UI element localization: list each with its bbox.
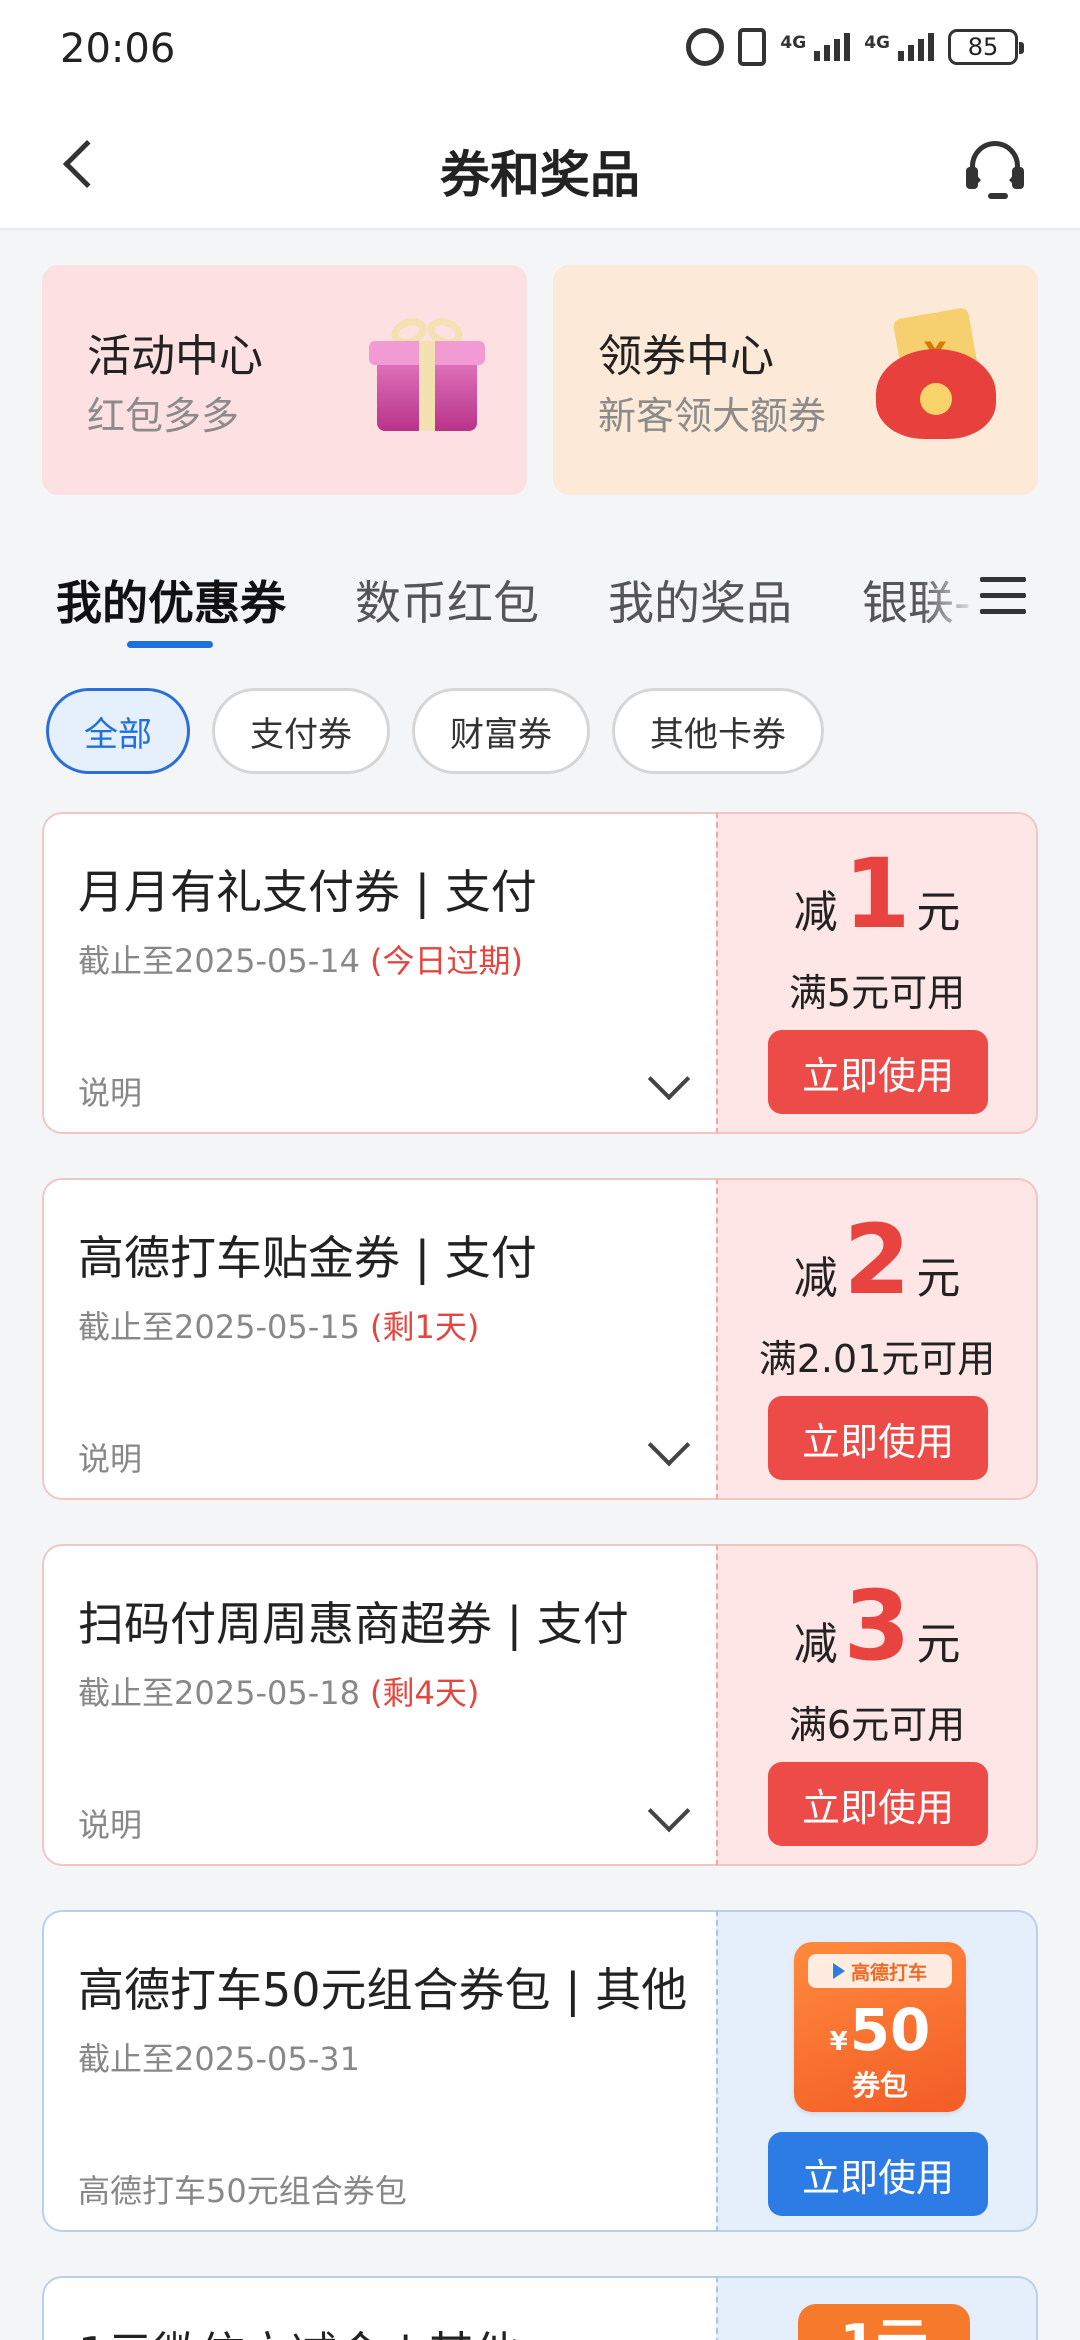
coupon-expiry: 截止至2025-05-15 (剩1天): [78, 1308, 480, 1346]
chip-all[interactable]: 全部: [46, 688, 190, 774]
coupon-note[interactable]: 说明: [78, 1068, 142, 1114]
activity-center-banner[interactable]: 活动中心 红包多多: [42, 265, 527, 495]
use-now-button[interactable]: 立即使用: [768, 2132, 988, 2216]
expiry-tag: (剩4天): [369, 1674, 480, 1712]
use-now-button[interactable]: 立即使用: [768, 1762, 988, 1846]
coupon-pack-image: 高德打车 ¥50 券包: [794, 1942, 966, 2112]
vibrate-icon: [738, 28, 767, 66]
tab-digital-red-packets[interactable]: 数币红包: [355, 567, 539, 633]
banner-subtitle: 红包多多: [87, 394, 240, 438]
coupon-card[interactable]: 高德打车50元组合券包 | 其他 截止至2025-05-31 高德打车50元组合…: [42, 1910, 1038, 2232]
status-time: 20:06: [60, 26, 176, 72]
coupon-center-banner[interactable]: 领券中心 新客领大额券 ¥: [553, 265, 1038, 495]
coupon-note[interactable]: 说明: [78, 1800, 142, 1846]
use-now-button[interactable]: 立即使用: [768, 1396, 988, 1480]
coupon-card[interactable]: 扫码付周周惠商超券 | 支付 截止至2025-05-18 (剩4天) 说明 减3元…: [42, 1544, 1038, 1866]
tab-my-coupons[interactable]: 我的优惠券: [56, 567, 286, 633]
banner-subtitle: 新客领大额券: [598, 394, 827, 438]
coupon-condition: 满5元可用: [788, 971, 966, 1015]
status-bar: 20:06 4G 4G 85: [0, 0, 1080, 105]
coupon-title: 扫码付周周惠商超券 | 支付: [78, 1597, 629, 1651]
expiry-tag: (剩1天): [369, 1308, 480, 1346]
coupon-condition: 满6元可用: [788, 1703, 966, 1747]
coupon-expiry: 截止至2025-05-18 (剩4天): [78, 1674, 480, 1712]
alarm-icon: [686, 28, 725, 66]
amap-taxi-logo: 高德打车: [808, 1954, 952, 1988]
chevron-down-icon[interactable]: [647, 1423, 691, 1467]
gift-box-icon: [367, 313, 487, 435]
signal-icon-2: 4G: [864, 33, 934, 61]
chevron-down-icon[interactable]: [647, 1789, 691, 1833]
filter-chips: 全部 支付券 财富券 其他卡券: [46, 688, 824, 774]
battery-icon: 85: [948, 29, 1024, 65]
coupon-tabs: 我的优惠券 数币红包 我的奖品 银联-: [0, 545, 1080, 655]
coupon-amount: 减3元: [793, 1570, 961, 1682]
page-title: 券和奖品: [440, 146, 640, 204]
banner-title: 活动中心: [87, 331, 263, 382]
coupon-title: 高德打车50元组合券包 | 其他: [78, 1963, 688, 2017]
chip-wealth[interactable]: 财富券: [412, 688, 590, 774]
coupon-amount: 减2元: [793, 1204, 961, 1316]
coupon-note[interactable]: 说明: [78, 1434, 142, 1480]
coupon-condition: 满2.01元可用: [758, 1337, 996, 1381]
coupon-pack-image: 1元: [798, 2304, 970, 2340]
coupon-title: 月月有礼支付券 | 支付: [78, 865, 537, 919]
tab-menu-button[interactable]: [972, 565, 1032, 625]
coupon-note: 高德打车50元组合券包: [78, 2172, 407, 2210]
tab-my-prizes[interactable]: 我的奖品: [608, 567, 792, 633]
chip-other-cards[interactable]: 其他卡券: [612, 688, 824, 774]
chevron-down-icon[interactable]: [647, 1057, 691, 1101]
coupon-card[interactable]: 1元微信立减金 | 其他 1元: [42, 2276, 1038, 2340]
tab-indicator: [127, 641, 213, 648]
coupon-expiry: 截止至2025-05-31: [78, 2040, 360, 2078]
use-now-button[interactable]: 立即使用: [768, 1030, 988, 1114]
banner-title: 领券中心: [598, 331, 774, 382]
nav-bar: 券和奖品: [0, 105, 1080, 230]
coupon-card[interactable]: 高德打车贴金券 | 支付 截止至2025-05-15 (剩1天) 说明 减2元 满…: [42, 1178, 1038, 1500]
chip-payment[interactable]: 支付券: [212, 688, 390, 774]
expiry-tag: (今日过期): [369, 942, 523, 980]
coupon-title: 1元微信立减金 | 其他: [78, 2318, 520, 2340]
coupon-expiry: 截止至2025-05-14 (今日过期): [78, 942, 523, 980]
red-envelope-icon: ¥: [876, 306, 996, 441]
customer-service-button[interactable]: [962, 135, 1028, 201]
signal-icon: 4G: [780, 33, 851, 61]
coupon-amount: 减1元: [793, 838, 961, 950]
coupon-card[interactable]: 月月有礼支付券 | 支付 截止至2025-05-14 (今日过期) 说明 减1元 …: [42, 812, 1038, 1134]
coupon-title: 高德打车贴金券 | 支付: [78, 1231, 537, 1285]
status-icons: 4G 4G 85: [686, 28, 1024, 66]
